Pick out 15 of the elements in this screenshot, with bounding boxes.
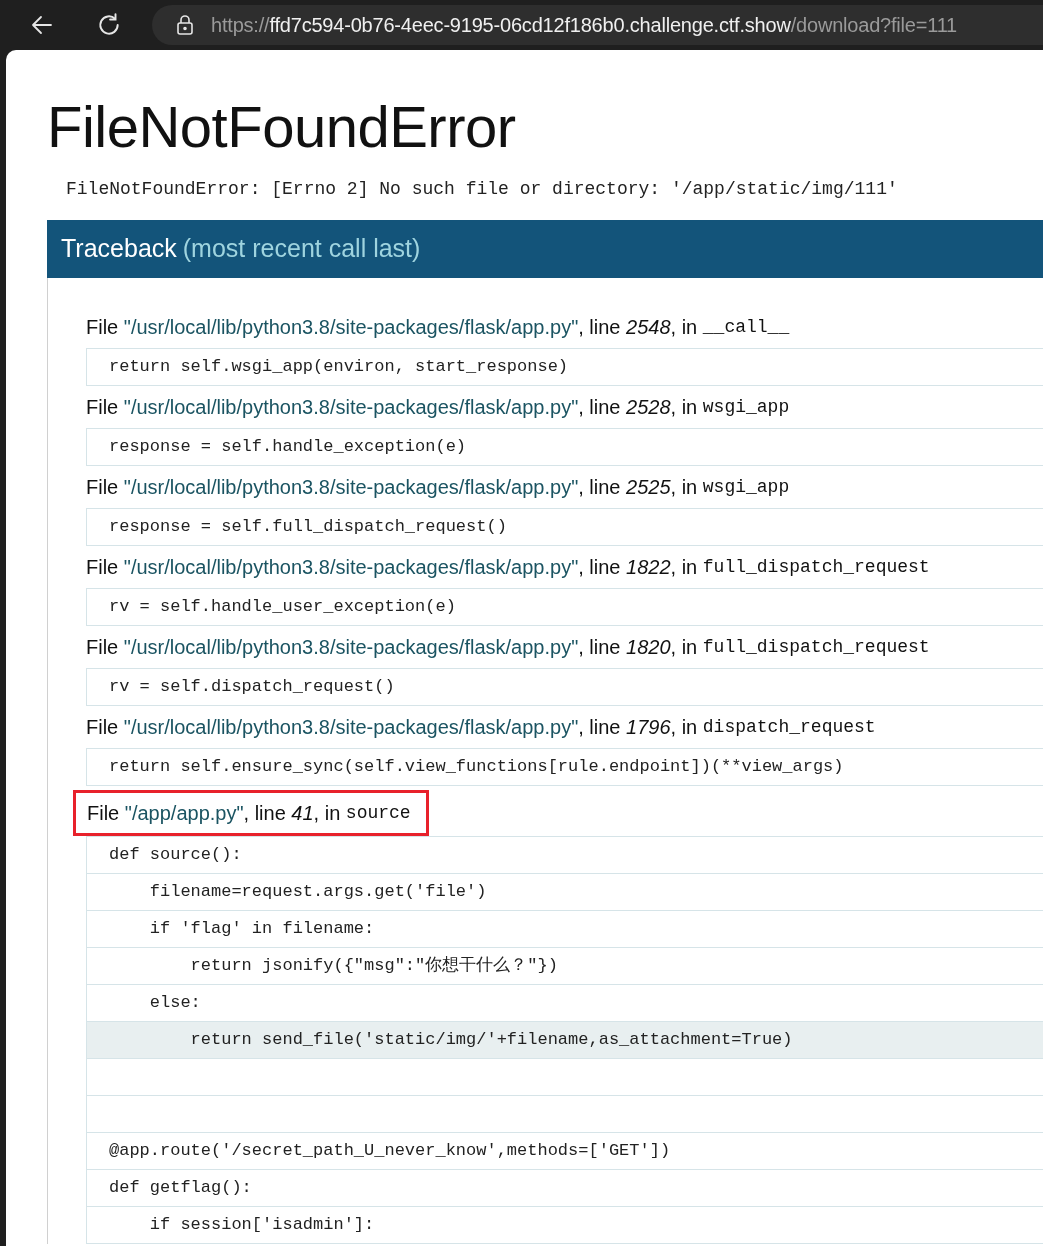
- traceback-header: Traceback (most recent call last): [47, 220, 1043, 278]
- frame-header: File "/usr/local/lib/python3.8/site-packages/flask/app.py", line 2525, in wsgi_app: [86, 475, 790, 500]
- lock-icon[interactable]: [176, 15, 194, 35]
- error-message: FileNotFoundError: [Errno 2] No such file or directory: '/app/static/img/111': [66, 178, 899, 201]
- error-title: FileNotFoundError: [47, 93, 517, 161]
- frame-header: File "/usr/local/lib/python3.8/site-packages/flask/app.py", line 1822, in full_dispatch_request: [86, 555, 930, 580]
- address-bar[interactable]: https://ffd7c594-0b76-4eec-9195-06cd12f186b0.challenge.ctf.show/download?file=111: [152, 5, 1043, 45]
- frame-header: File "/usr/local/lib/python3.8/site-packages/flask/app.py", line 2528, in wsgi_app: [86, 395, 790, 420]
- reload-icon[interactable]: [96, 12, 122, 38]
- frame-header: File "/usr/local/lib/python3.8/site-packages/flask/app.py", line 1820, in full_dispatch_request: [86, 635, 930, 660]
- url-text: https://ffd7c594-0b76-4eec-9195-06cd12f186b0.challenge.ctf.show/download?file=111: [211, 13, 958, 38]
- frame-header: File "/app/app.py", line 41, in source: [73, 790, 429, 836]
- back-arrow-icon[interactable]: [30, 13, 54, 37]
- frame-header: File "/usr/local/lib/python3.8/site-packages/flask/app.py", line 1796, in dispatch_request: [86, 715, 876, 740]
- frame-header: File "/usr/local/lib/python3.8/site-packages/flask/app.py", line 2548, in __call__: [86, 315, 790, 340]
